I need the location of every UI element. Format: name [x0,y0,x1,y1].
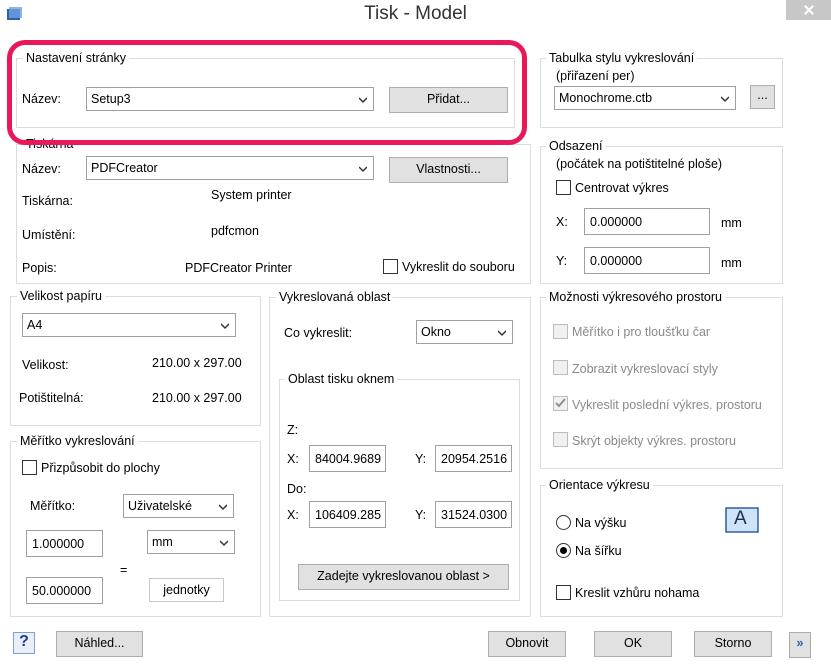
plot-area-label: Vykreslovaná oblast [276,290,394,304]
ok-button[interactable]: OK [594,631,672,657]
printer-properties-button[interactable]: Vlastnosti... [389,157,508,183]
what-to-plot-select[interactable]: Okno [416,320,513,344]
chevron-down-icon [220,540,228,547]
plot-to-file-checkbox[interactable] [383,259,398,274]
description-value: PDFCreator Printer [185,261,292,275]
paper-size-label: Velikost papíru [17,289,105,303]
check-icon [555,398,566,408]
upside-down-label: Kreslit vzhůru nohama [575,586,700,600]
plot-scale-label: Měřítko vykreslování [17,434,138,448]
landscape-radio[interactable] [556,543,571,558]
expand-button[interactable]: » [789,632,811,658]
scale-lineweights-checkbox[interactable] [553,324,568,339]
to-y-label: Y: [415,508,427,522]
paper-size-value: A4 [27,318,43,332]
to-y-input[interactable]: 31524.0300 [435,501,512,528]
orientation-label: Orientace výkresu [546,478,653,492]
offset-y-unit: mm [721,256,742,270]
from-x-label: X: [287,452,299,466]
paper-dimensions-value: 210.00 x 297.00 [152,356,242,370]
printer-select[interactable]: PDFCreator [86,156,374,180]
from-y-label: Y: [415,452,427,466]
style-table-browse-button[interactable]: ... [750,85,775,109]
reset-button[interactable]: Obnovit [488,631,566,657]
what-to-plot-label: Co vykreslit: [284,326,353,340]
cancel-button[interactable]: Storno [694,631,772,657]
landscape-label: Na šířku [575,544,622,558]
hide-objects-label: Skrýt objekty výkres. prostoru [572,434,736,448]
from-x-input[interactable]: 84004.9689 [309,445,386,472]
chevron-down-icon [221,323,229,330]
plot-last-checkbox[interactable] [553,396,568,411]
units-label-box: jednotky [149,578,224,602]
fit-to-paper-label: Přizpůsobit do plochy [41,461,160,475]
style-table-label: Tabulka stylu vykreslování [546,51,698,65]
to-x-label: X: [287,508,299,522]
chevron-down-icon [359,166,367,173]
offset-sub: (počátek na potištitelné ploše) [556,157,723,171]
plot-to-file-label: Vykreslit do souboru [402,260,515,274]
enter-plot-area-button[interactable]: Zadejte vykreslovanou oblast > [298,564,509,590]
offset-x-input[interactable]: 0.000000 [584,208,710,235]
scale-unit-select[interactable]: mm [147,530,235,554]
location-value: pdfcmon [211,224,259,238]
highlight-annotation [7,40,527,145]
location-label: Umístění: [22,228,76,242]
from-y-input[interactable]: 20954.2516 [435,445,512,472]
hide-objects-checkbox[interactable] [553,432,568,447]
window-title: Tisk - Model [364,3,467,24]
style-table-value: Monochrome.ctb [559,91,653,105]
offset-x-label: X: [556,215,568,229]
to-x-input[interactable]: 106409.285 [309,501,386,528]
scale-label: Měřítko: [30,499,76,513]
style-table-sub: (přiřazení per) [556,69,635,83]
offset-x-unit: mm [721,216,742,230]
paper-size-select[interactable]: A4 [22,313,236,337]
paper-dimensions-label: Velikost: [22,358,69,372]
portrait-radio[interactable] [556,515,571,530]
scale-select[interactable]: Uživatelské [123,494,234,518]
scale-mm-input[interactable]: 1.000000 [26,530,103,557]
equals-sign: = [120,563,128,577]
offset-y-label: Y: [556,254,568,268]
description-label: Popis: [22,261,57,275]
printable-area-value: 210.00 x 297.00 [152,391,242,405]
scale-unit-value: mm [152,535,173,549]
printable-area-label: Potištitelná: [19,391,84,405]
scale-lineweights-label: Měřítko i pro tloušťku čar [572,325,711,339]
display-styles-checkbox[interactable] [553,360,568,375]
chevron-down-icon [721,96,729,103]
scale-units-input[interactable]: 50.000000 [26,577,103,604]
orientation-preview-icon: A [724,506,760,534]
what-to-plot-value: Okno [421,325,451,339]
offset-label: Odsazení [546,139,606,153]
fit-to-paper-checkbox[interactable] [22,460,37,475]
scale-value: Uživatelské [128,499,192,513]
layout-options-label: Možnosti výkresového prostoru [546,290,725,304]
portrait-label: Na výšku [575,516,627,530]
center-plot-label: Centrovat výkres [575,181,669,195]
style-table-select[interactable]: Monochrome.ctb [554,86,736,110]
plot-last-label: Vykreslit poslední výkres. prostoru [572,398,762,412]
preview-button[interactable]: Náhled... [56,631,143,657]
printer-value: PDFCreator [91,161,158,175]
help-icon[interactable]: ? [13,632,35,654]
chevron-down-icon [498,330,506,337]
from-label: Z: [287,423,299,437]
chevron-down-icon [219,504,227,511]
printer-type-label: Tiskárna: [22,194,73,208]
display-styles-label: Zobrazit vykreslovací styly [572,362,718,376]
close-button[interactable] [786,0,831,20]
printer-type-value: System printer [211,188,292,202]
center-plot-checkbox[interactable] [556,180,571,195]
upside-down-checkbox[interactable] [556,585,571,600]
window-area-label: Oblast tisku oknem [285,372,398,386]
offset-y-input[interactable]: 0.000000 [584,247,710,274]
printer-name-label: Název: [22,162,61,176]
to-label: Do: [287,482,307,496]
